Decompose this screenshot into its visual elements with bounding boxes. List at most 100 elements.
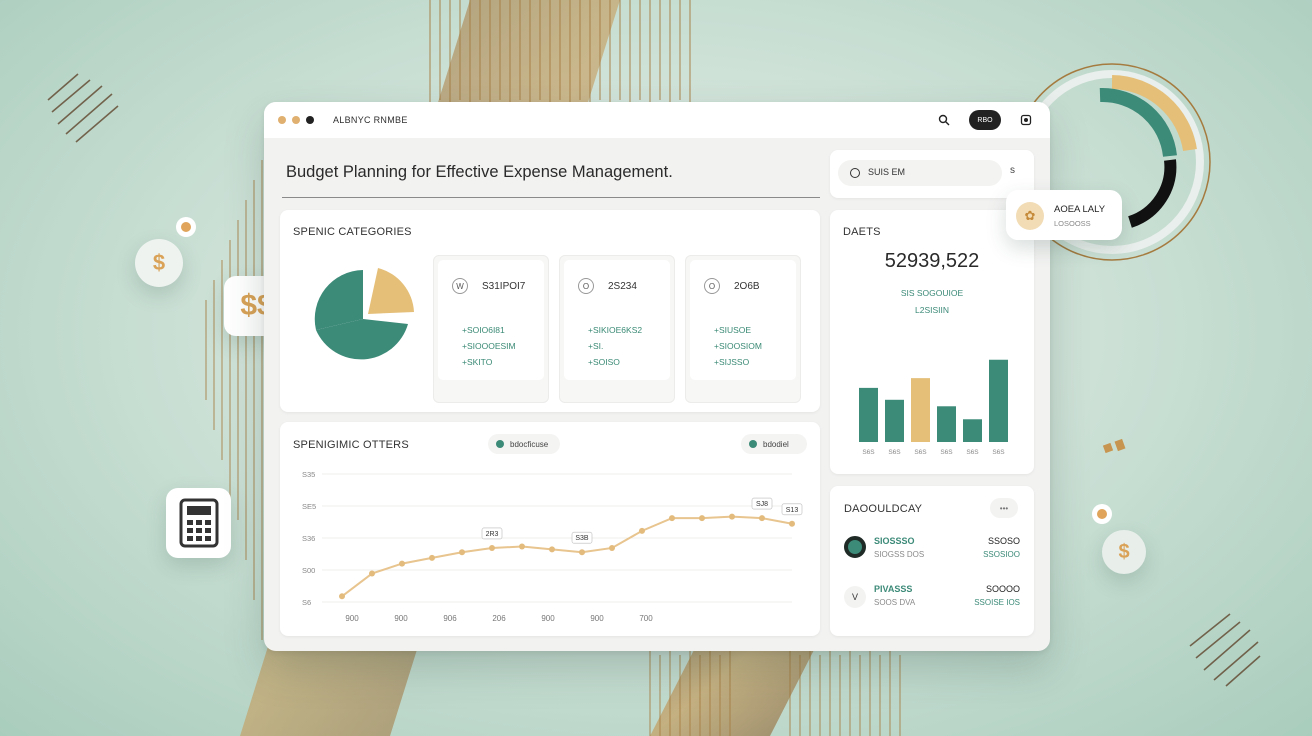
daoulday-card: DAOOULDCAY ••• SIOSSSO SIOGSS DOS SSOSO … <box>830 486 1034 636</box>
settings-icon[interactable] <box>1017 111 1035 129</box>
category-line: +SIOOSIOM <box>714 341 762 351</box>
window-dot[interactable] <box>292 116 300 124</box>
bar <box>885 399 904 442</box>
annotation-label: S3B <box>575 535 589 542</box>
category-title: 2S234 <box>608 281 637 292</box>
category-icon: O <box>704 278 720 294</box>
avatar: ✿ <box>1016 202 1044 230</box>
legend-item[interactable]: bdodiel <box>741 434 807 454</box>
section-title: DAOOULDCAY <box>844 503 923 515</box>
data-point <box>579 549 585 556</box>
category-icon: O <box>578 278 594 294</box>
row-amount-sub: SSOSIOO <box>983 550 1020 559</box>
data-point <box>729 513 735 520</box>
profile-sub: LOSOOSS <box>1054 219 1091 228</box>
dollar-icon: $ <box>1118 540 1130 563</box>
category-line: +SI. <box>588 341 604 351</box>
bar-label: S6S <box>966 449 979 456</box>
category-title: S31IPOI7 <box>482 281 526 292</box>
data-point <box>699 515 705 522</box>
window-dot[interactable] <box>306 116 314 124</box>
more-button[interactable]: ••• <box>990 498 1018 518</box>
y-tick-label: S35 <box>302 470 315 479</box>
calculator-icon <box>179 498 218 548</box>
row-sub: SOOS DVA <box>874 598 916 607</box>
category-line: +SOISO <box>588 357 620 367</box>
legend-item[interactable]: bdocficuse <box>488 434 560 454</box>
profile-chip[interactable]: ✿ AOEA LALY LOSOOSS <box>1006 190 1122 240</box>
category-card[interactable]: O 2O6B +SIUSOE +SIOOSIOM +SIJSSO <box>685 255 801 403</box>
row-sub: SIOGSS DOS <box>874 550 925 559</box>
data-point <box>489 544 495 551</box>
annotation-label: S13 <box>786 507 799 514</box>
data-point <box>789 520 795 527</box>
header-button[interactable]: RBO <box>969 110 1001 130</box>
avatar: V <box>844 586 866 608</box>
bar-label: S6S <box>862 449 875 456</box>
bar <box>963 419 982 442</box>
search-icon[interactable] <box>935 111 953 129</box>
category-line: +SOIO6I81 <box>462 325 505 335</box>
bar <box>937 406 956 442</box>
category-title: 2O6B <box>734 281 760 292</box>
bar-label: S6S <box>940 449 953 456</box>
spending-others-card: SPENIGIMIC OTTERS S35 SE5 S36 S00 S6 900 900 90… <box>280 422 820 636</box>
calculator-tile <box>166 488 231 558</box>
row-amount-sub: SSOISE IOS <box>974 598 1020 607</box>
data-point <box>609 544 615 551</box>
data-point <box>759 515 765 522</box>
dacts-bar-chart: S6S S6S S6S S6S S6S S6S <box>859 359 1008 456</box>
data-point <box>399 560 405 567</box>
pie-slice-gold <box>368 268 414 314</box>
category-line: +SKITO <box>462 357 493 367</box>
data-point <box>639 527 645 534</box>
profile-name: AOEA LALY <box>1054 204 1106 215</box>
x-tick-label: 900 <box>345 614 359 623</box>
title-bar: ALBNYC RNMBE RBO <box>264 102 1050 138</box>
category-line: +SIKIOE6KS2 <box>588 325 643 335</box>
data-point <box>519 543 525 550</box>
section-title: SPENIC CATEGORIES <box>293 226 412 238</box>
app-title: ALBNYC RNMBE <box>333 115 408 125</box>
dollar-coin-left: $ <box>135 239 183 287</box>
y-tick-label: S00 <box>302 566 315 575</box>
dacts-card: DAETS 52939,522 SIS SOGOUIOE L2SISIIN S6… <box>830 210 1034 474</box>
divider <box>282 197 820 198</box>
data-point <box>669 515 675 522</box>
x-tick-label: 206 <box>492 614 506 623</box>
bar <box>989 359 1008 442</box>
category-card[interactable]: W S31IPOI7 +SOIO6I81 +SIOOOESIM +SKITO <box>433 255 549 403</box>
avatar <box>844 536 866 558</box>
app-window: ALBNYC RNMBE RBO Budget Planning for Eff… <box>264 102 1050 651</box>
dollar-icon: $ <box>152 250 166 275</box>
search-side-icon[interactable]: s <box>1010 165 1015 176</box>
page-title: Budget Planning for Effective Expense Ma… <box>286 163 673 181</box>
legend-label: bdodiel <box>763 439 789 449</box>
y-tick-label: SE5 <box>302 502 316 511</box>
search-input[interactable]: SUIS EM <box>838 160 1002 186</box>
annotation-label: SJ8 <box>756 501 768 508</box>
data-point <box>429 554 435 561</box>
row-amount: SSOSO <box>987 536 1020 546</box>
annotation-label: 2R3 <box>486 531 499 538</box>
bar-label: S6S <box>914 449 927 456</box>
category-line: +SIOOOESIM <box>462 341 516 351</box>
bar-label: S6S <box>888 449 901 456</box>
row-name: PIVASSS <box>874 584 913 594</box>
category-icon: W <box>452 278 468 294</box>
y-tick-label: S36 <box>302 534 315 543</box>
x-tick-label: 700 <box>639 614 653 623</box>
y-tick-label: S6 <box>302 598 311 607</box>
category-card[interactable]: O 2S234 +SIKIOE6KS2 +SI. +SOISO <box>559 255 675 403</box>
x-tick-label: 900 <box>541 614 555 623</box>
window-dot[interactable] <box>278 116 286 124</box>
category-pie-chart <box>314 268 414 360</box>
spending-line-chart: S35 SE5 S36 S00 S6 900 900 906 206 900 900 700 2R3 SJ… <box>302 470 803 623</box>
series-line <box>341 515 793 598</box>
data-point <box>459 549 465 556</box>
search-value: SUIS EM <box>868 167 906 177</box>
category-line: +SIJSSO <box>714 357 750 367</box>
data-point <box>339 593 345 600</box>
search-radio-icon <box>850 168 860 178</box>
x-tick-label: 906 <box>443 614 457 623</box>
